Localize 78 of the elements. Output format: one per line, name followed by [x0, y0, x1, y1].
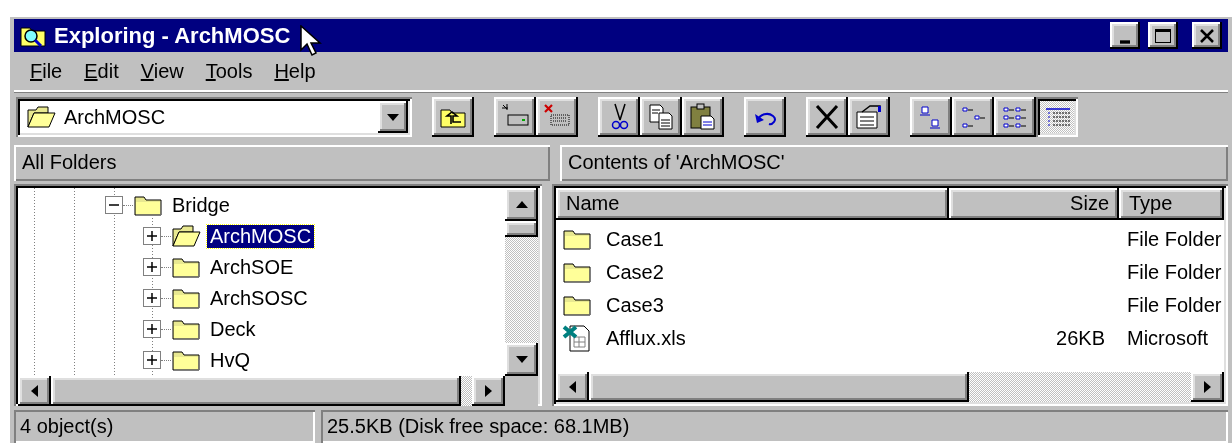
toolbar-button[interactable] — [952, 97, 994, 138]
file-size: 26KB — [1056, 326, 1106, 350]
expand-icon[interactable] — [143, 227, 161, 246]
expand-icon[interactable] — [143, 351, 161, 370]
spreadsheet-file-icon — [562, 323, 592, 354]
right-arrow-icon — [1204, 380, 1211, 393]
menu-item[interactable]: Edit — [76, 59, 127, 83]
minimize-icon — [1120, 39, 1130, 44]
expand-icon[interactable] — [143, 258, 161, 277]
column-header[interactable]: Name — [556, 187, 949, 220]
open-folder-icon — [26, 104, 56, 131]
file-name[interactable]: Afflux.xls — [598, 326, 686, 350]
maximize-button[interactable] — [1148, 22, 1178, 50]
open-folder-icon — [171, 223, 201, 250]
toolbar-button[interactable] — [494, 97, 536, 138]
file-name[interactable]: Case2 — [598, 260, 664, 284]
maximize-icon — [1154, 27, 1172, 44]
scroll-right-button[interactable] — [1191, 371, 1224, 402]
file-type: Microsoft — [1126, 326, 1210, 350]
clipboard-icon — [688, 102, 718, 133]
caret-icon — [387, 114, 399, 121]
address-value: ArchMOSC — [64, 106, 167, 129]
pane-header: Contents of 'ArchMOSC' — [560, 145, 1228, 181]
scroll-left-button[interactable] — [556, 371, 589, 402]
tree-item[interactable]: ArchSOE — [207, 255, 297, 279]
scrollbar-thumb[interactable] — [51, 375, 461, 406]
scrollbar-corner — [505, 375, 538, 406]
menu-item[interactable]: Help — [266, 59, 324, 83]
file-type: File Folder — [1126, 227, 1223, 251]
copy-icon — [646, 102, 676, 133]
status-text: 25.5KB (Disk free space: 68.1MB) — [321, 409, 1228, 443]
expand-icon[interactable] — [143, 320, 161, 339]
toolbar-button[interactable] — [1036, 97, 1078, 138]
tree-item[interactable]: ArchSOSC — [207, 286, 311, 310]
scroll-left-button[interactable] — [18, 375, 51, 406]
tree-item[interactable]: Bridge — [169, 193, 233, 217]
file-type: File Folder — [1126, 293, 1223, 317]
menu-item[interactable]: View — [132, 59, 192, 83]
toolbar-button[interactable] — [848, 97, 890, 138]
left-arrow-icon — [31, 384, 38, 397]
tree-item[interactable]: HvQ — [207, 348, 253, 372]
up-arrow-icon — [515, 200, 528, 208]
down-arrow-icon — [515, 355, 528, 363]
dropdown-button[interactable] — [378, 101, 408, 134]
toolbar-button[interactable] — [598, 97, 640, 138]
scrollbar-thumb[interactable] — [589, 371, 969, 402]
toolbar-button[interactable] — [806, 97, 848, 138]
right-arrow-icon — [485, 384, 492, 397]
toolbar-button[interactable] — [682, 97, 724, 138]
collapse-icon[interactable] — [105, 196, 123, 215]
expand-icon[interactable] — [143, 289, 161, 308]
close-icon — [1199, 28, 1215, 43]
file-type: File Folder — [1126, 260, 1223, 284]
column-header[interactable]: Size — [949, 187, 1119, 220]
status-text: 4 object(s) — [14, 409, 315, 443]
address-combo-box[interactable]: ArchMOSC — [16, 97, 412, 138]
menu-item[interactable]: File — [22, 59, 71, 83]
minimize-button[interactable] — [1110, 22, 1140, 50]
toolbar-button[interactable] — [432, 97, 474, 138]
file-name[interactable]: Case3 — [598, 293, 664, 317]
window-title: Exploring - ArchMOSC — [54, 22, 291, 49]
pane-header: All Folders — [14, 145, 550, 181]
tree-item[interactable]: Deck — [207, 317, 259, 341]
left-arrow-icon — [569, 380, 576, 393]
toolbar-button[interactable] — [640, 97, 682, 138]
toolbar-button[interactable] — [744, 97, 786, 138]
toolbar-button[interactable] — [994, 97, 1036, 138]
toolbar-button[interactable] — [536, 97, 578, 138]
tree-item[interactable]: ArchMOSC — [207, 224, 315, 248]
menu-item[interactable]: Tools — [197, 59, 261, 83]
close-button[interactable] — [1192, 22, 1222, 50]
column-header[interactable]: Type — [1119, 187, 1224, 220]
toolbar-button[interactable] — [910, 97, 952, 138]
scroll-right-button[interactable] — [472, 375, 505, 406]
file-name[interactable]: Case1 — [598, 227, 664, 251]
mouse-pointer-icon — [300, 25, 322, 57]
scroll-down-button[interactable] — [505, 342, 538, 376]
scroll-up-button[interactable] — [505, 187, 538, 221]
